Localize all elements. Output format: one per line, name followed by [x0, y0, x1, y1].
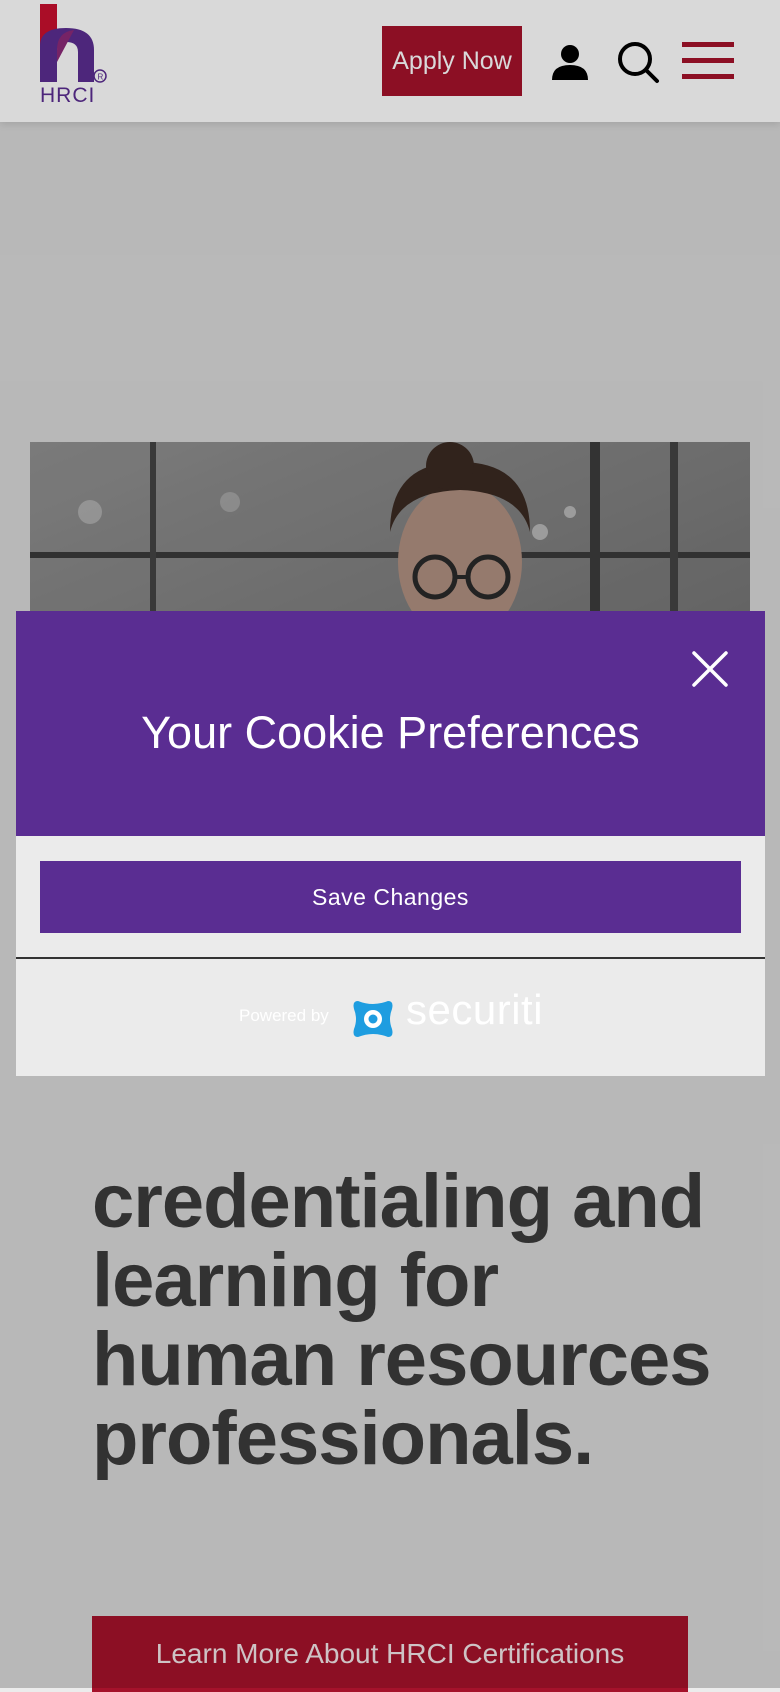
- securiti-logo-icon: [353, 1001, 393, 1037]
- close-icon[interactable]: [688, 647, 732, 691]
- modal-header: Your Cookie Preferences: [16, 611, 765, 836]
- cookie-preferences-modal: Your Cookie Preferences Save Changes Pow…: [16, 611, 765, 1076]
- securiti-wordmark: securiti: [406, 986, 544, 1033]
- divider: [16, 957, 765, 959]
- powered-by-label: Powered by: [239, 1006, 329, 1025]
- save-changes-button[interactable]: Save Changes: [40, 861, 741, 933]
- modal-title: Your Cookie Preferences: [141, 707, 640, 758]
- modal-footer: Save Changes Powered by securiti: [16, 836, 765, 1076]
